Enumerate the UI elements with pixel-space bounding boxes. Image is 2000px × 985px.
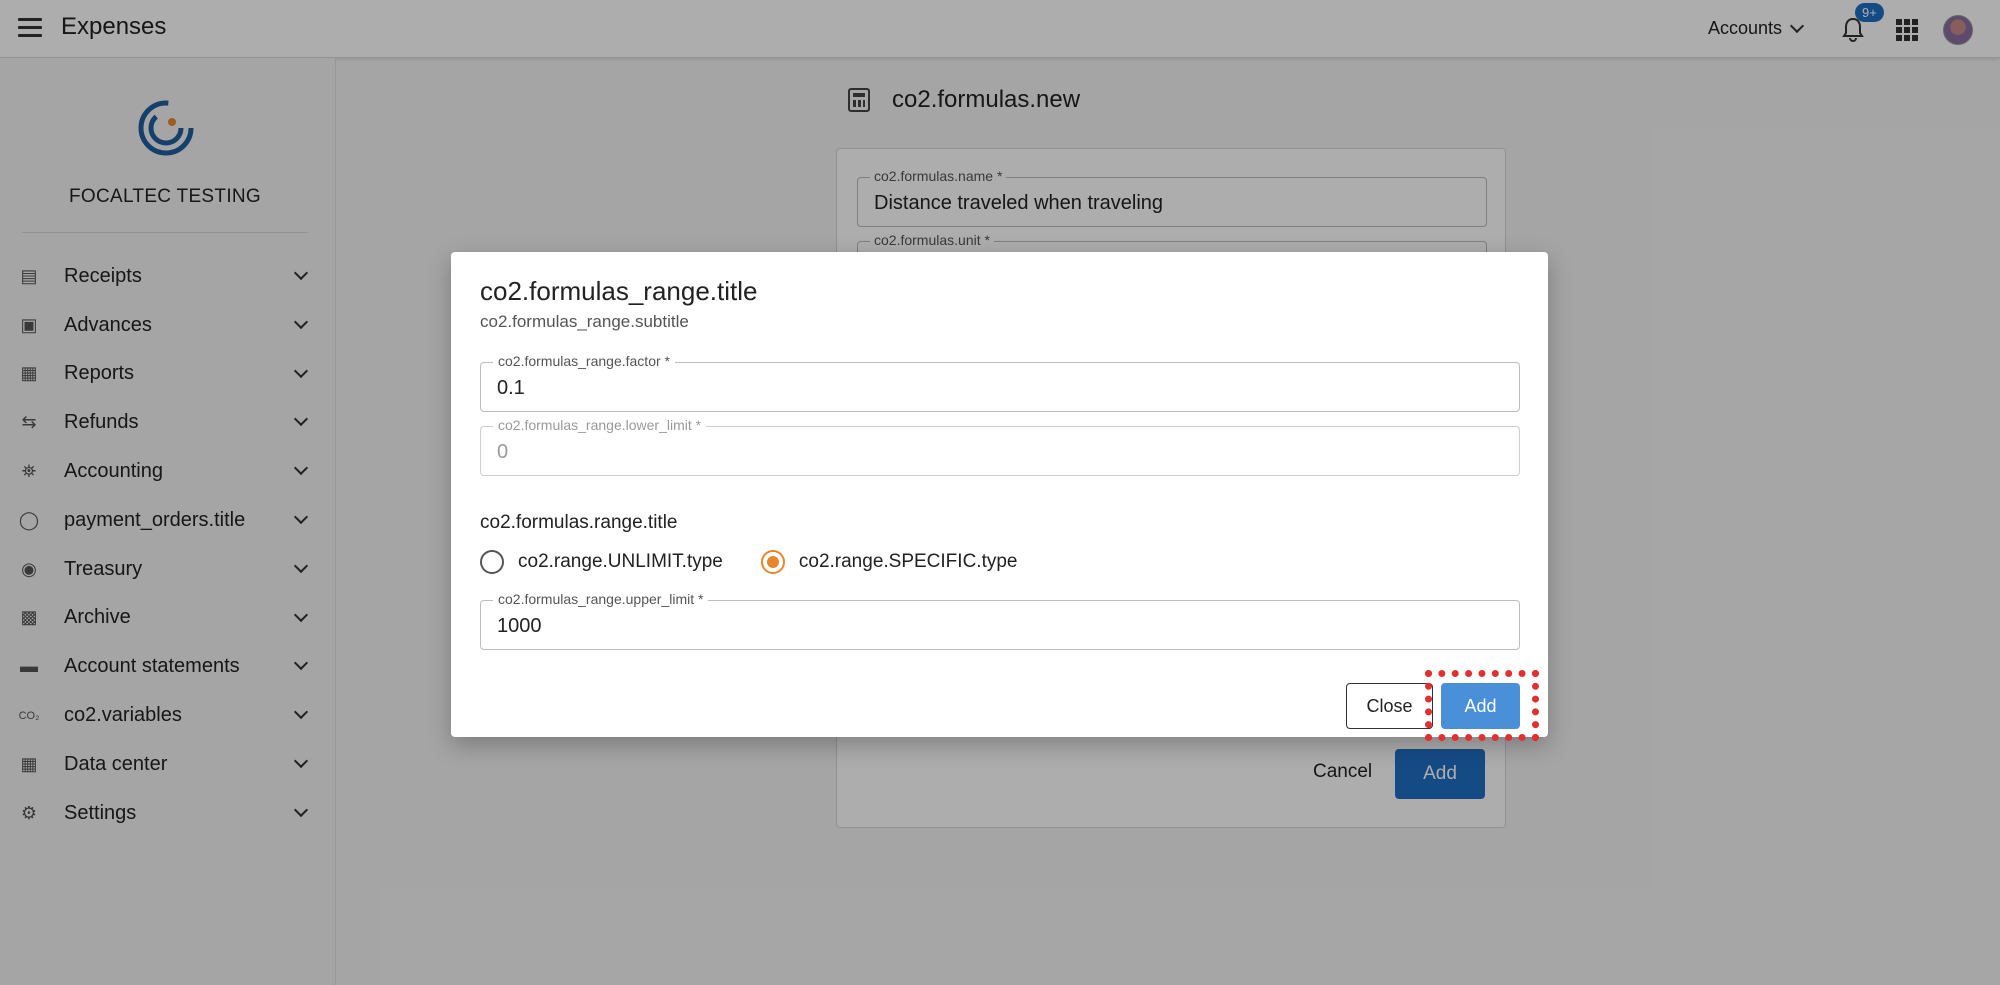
lower-limit-label: co2.formulas_range.lower_limit * (493, 417, 707, 433)
close-button[interactable]: Close (1346, 683, 1433, 729)
radio-unlimit[interactable]: co2.range.UNLIMIT.type (480, 550, 723, 574)
upper-limit-field[interactable]: co2.formulas_range.upper_limit * 1000 (480, 591, 1520, 650)
range-dialog: co2.formulas_range.title co2.formulas_ra… (451, 252, 1548, 741)
factor-label: co2.formulas_range.factor * (493, 353, 675, 369)
factor-field[interactable]: co2.formulas_range.factor * 0.1 (480, 353, 1520, 412)
upper-limit-value: 1000 (497, 615, 542, 637)
radio-checked-icon[interactable] (760, 550, 785, 574)
upper-limit-label: co2.formulas_range.upper_limit * (493, 591, 709, 607)
dialog-title: co2.formulas_range.title (480, 276, 758, 306)
radio-specific[interactable]: co2.range.SPECIFIC.type (760, 550, 1018, 574)
lower-limit-value: 0 (497, 441, 509, 463)
add-button[interactable]: Add (1441, 683, 1520, 729)
range-type-radio-group: co2.range.UNLIMIT.type co2.range.SPECIFI… (480, 550, 1055, 574)
factor-value: 0.1 (497, 377, 525, 399)
range-type-title: co2.formulas.range.title (480, 512, 678, 533)
radio-unlimit-label: co2.range.UNLIMIT.type (518, 551, 723, 572)
lower-limit-field: co2.formulas_range.lower_limit * 0 (480, 417, 1520, 476)
radio-unchecked-icon[interactable] (480, 550, 504, 574)
dialog-subtitle: co2.formulas_range.subtitle (480, 312, 689, 331)
radio-specific-label: co2.range.SPECIFIC.type (798, 551, 1018, 572)
